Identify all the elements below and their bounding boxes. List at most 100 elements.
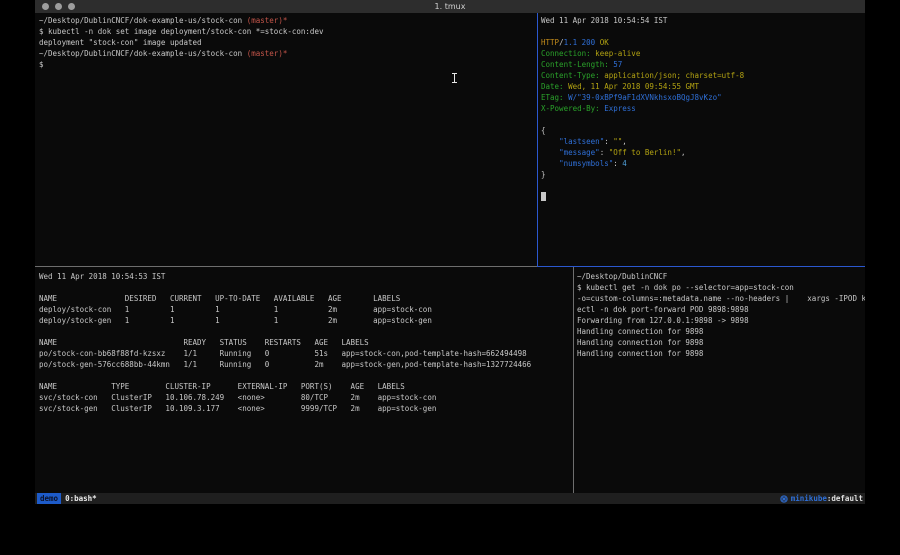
terminal-line: Date: Wed, 11 Apr 2018 09:54:55 GMT [541, 81, 865, 92]
terminal-text: application/json; charset=utf-8 [600, 71, 745, 80]
shell-pane[interactable]: ~/Desktop/DublinCNCF/dok-example-us/stoc… [36, 13, 537, 266]
terminal-text: OK [600, 38, 609, 47]
http-response-pane[interactable]: Wed 11 Apr 2018 10:54:54 IST HTTP/1.1 20… [538, 13, 865, 266]
terminal-line: X-Powered-By: Express [541, 103, 865, 114]
terminal-text: "lastseen" [559, 137, 604, 146]
terminal-text: po/stock-gen-576cc688bb-44kmn 1/1 Runnin… [39, 360, 531, 369]
pane-divider-vertical-bottom[interactable] [573, 267, 574, 493]
close-button[interactable] [42, 3, 49, 10]
terminal-line: $ kubectl get -n dok po --selector=app=s… [577, 282, 865, 293]
terminal-line: deployment "stock-con" image updated [39, 37, 537, 48]
zoom-button[interactable] [68, 3, 75, 10]
pane-divider-horizontal-right[interactable] [537, 266, 865, 267]
terminal-line: $ kubectl -n dok set image deployment/st… [39, 26, 537, 37]
terminal-text: keep-alive [591, 49, 641, 58]
terminal-text: (master) [247, 16, 283, 25]
screen: 1. tmux ~/Desktop/DublinCNCF/dok-example… [0, 0, 900, 555]
terminal-line: Content-Type: application/json; charset=… [541, 70, 865, 81]
terminal-text: { [541, 126, 546, 135]
terminal-text: 57 [609, 60, 623, 69]
port-forward-pane[interactable]: ~/Desktop/DublinCNCF$ kubectl get -n dok… [574, 267, 865, 493]
terminal-line: Forwarding from 127.0.0.1:9898 -> 9898 [577, 315, 865, 326]
terminal-text [541, 159, 559, 168]
terminal-text: : [604, 137, 613, 146]
terminal-line: "message": "Off to Berlin!", [541, 147, 865, 158]
terminal-line: $ [39, 59, 537, 70]
terminal-line: "numsymbols": 4 [541, 158, 865, 169]
terminal-text: Wed 11 Apr 2018 10:54:53 IST [39, 272, 165, 281]
terminal-text [541, 137, 559, 146]
terminal-text: ~/Desktop/DublinCNCF/dok-example-us/stoc… [39, 16, 247, 25]
terminal-line: -o=custom-columns=:metadata.name --no-he… [577, 293, 865, 304]
terminal-line: NAME TYPE CLUSTER-IP EXTERNAL-IP PORT(S)… [39, 381, 573, 392]
terminal-text: Date: [541, 82, 564, 91]
terminal-text: : [600, 148, 609, 157]
terminal-line [541, 180, 865, 191]
terminal-text: 1.1 200 [564, 38, 596, 47]
terminal-text [541, 27, 546, 36]
terminal-line [39, 326, 573, 337]
terminal-line: Wed 11 Apr 2018 10:54:54 IST [541, 15, 865, 26]
tmux-status-bar: demo 0:bash* minikube:default [35, 493, 865, 504]
terminal-cursor [541, 192, 546, 201]
terminal-line: deploy/stock-con 1 1 1 1 2m app=stock-co… [39, 304, 573, 315]
terminal-line: { [541, 125, 865, 136]
pane-divider-horizontal-left[interactable] [35, 266, 537, 267]
terminal-line: Content-Length: 57 [541, 59, 865, 70]
terminal-text: Wed, 11 Apr 2018 09:54:55 GMT [564, 82, 699, 91]
terminal-text: Content-Length: [541, 60, 609, 69]
terminal-window: 1. tmux ~/Desktop/DublinCNCF/dok-example… [35, 0, 865, 504]
terminal-text: (master) [247, 49, 283, 58]
terminal-text: * [283, 49, 288, 58]
terminal-line: Wed 11 Apr 2018 10:54:53 IST [39, 271, 573, 282]
terminal-text: HTTP [541, 38, 559, 47]
window-tab[interactable]: 0:bash* [65, 493, 97, 504]
terminal-line: ~/Desktop/DublinCNCF/dok-example-us/stoc… [39, 15, 537, 26]
terminal-line [541, 114, 865, 125]
terminal-text: svc/stock-con ClusterIP 10.106.78.249 <n… [39, 393, 436, 402]
terminal-text: $ [39, 60, 44, 69]
terminal-text: Handling connection for 9898 [577, 327, 703, 336]
terminal-line: ectl -n dok port-forward POD 9898:9898 [577, 304, 865, 315]
terminal-text [541, 181, 546, 190]
terminal-text: Content-Type: [541, 71, 600, 80]
terminal-line: ~/Desktop/DublinCNCF/dok-example-us/stoc… [39, 48, 537, 59]
terminal-text: X-Powered-By: [541, 104, 600, 113]
terminal-text [39, 371, 44, 380]
session-name-badge[interactable]: demo [37, 493, 61, 504]
terminal-line: po/stock-gen-576cc688bb-44kmn 1/1 Runnin… [39, 359, 573, 370]
pane-divider-vertical-top[interactable] [537, 13, 538, 266]
terminal-text: Forwarding from 127.0.0.1:9898 -> 9898 [577, 316, 749, 325]
terminal-text: NAME DESIRED CURRENT UP-TO-DATE AVAILABL… [39, 294, 400, 303]
terminal-text: Connection: [541, 49, 591, 58]
terminal-text: "numsymbols" [559, 159, 613, 168]
terminal-line [39, 370, 573, 381]
terminal-text: deploy/stock-gen 1 1 1 1 2m app=stock-ge… [39, 316, 432, 325]
terminal-line: ~/Desktop/DublinCNCF [577, 271, 865, 282]
terminal-text: deployment "stock-con" image updated [39, 38, 202, 47]
minimize-button[interactable] [55, 3, 62, 10]
terminal-line: po/stock-con-bb68f88fd-kzsxz 1/1 Running… [39, 348, 573, 359]
terminal-text: } [541, 170, 546, 179]
terminal-line: Handling connection for 9898 [577, 326, 865, 337]
terminal-line: ETag: W/"39-0xBPf9aF1dXVNkhsxoBQgJ8vKzo" [541, 92, 865, 103]
terminal-text [541, 148, 559, 157]
traffic-lights [42, 3, 75, 10]
kubernetes-helm-icon [735, 495, 788, 503]
terminal-text [39, 283, 44, 292]
terminal-text: $ kubectl -n dok set image deployment/st… [39, 27, 323, 36]
terminal-text: -o=custom-columns=:metadata.name --no-he… [577, 294, 865, 303]
terminal-text: : [613, 159, 622, 168]
terminal-text: , [681, 148, 686, 157]
terminal-text: deploy/stock-con 1 1 1 1 2m app=stock-co… [39, 305, 432, 314]
terminal-line: } [541, 169, 865, 180]
terminal-line [541, 26, 865, 37]
terminal-line: HTTP/1.1 200 OK [541, 37, 865, 48]
titlebar[interactable]: 1. tmux [35, 0, 865, 13]
terminal-text: po/stock-con-bb68f88fd-kzsxz 1/1 Running… [39, 349, 527, 358]
terminal-text: "message" [559, 148, 600, 157]
terminal-text: NAME READY STATUS RESTARTS AGE LABELS [39, 338, 369, 347]
terminal-text: Express [600, 104, 636, 113]
kubectl-watch-pane[interactable]: Wed 11 Apr 2018 10:54:53 IST NAME DESIRE… [36, 267, 573, 493]
terminal-line: svc/stock-gen ClusterIP 10.109.3.177 <no… [39, 403, 573, 414]
